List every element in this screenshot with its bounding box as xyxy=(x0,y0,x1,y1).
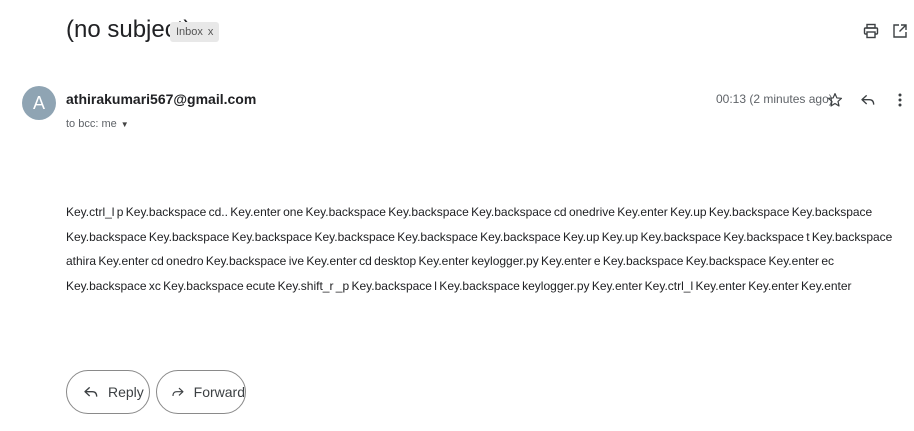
open-in-new-icon xyxy=(893,24,907,38)
reply-button-label: Reply xyxy=(108,384,144,400)
forward-button[interactable]: Forward xyxy=(156,370,246,414)
sender-avatar[interactable]: A xyxy=(22,86,56,120)
forward-button-label: Forward xyxy=(193,384,245,400)
print-button[interactable] xyxy=(860,20,882,42)
reply-icon xyxy=(84,386,98,397)
open-in-new-window-button[interactable] xyxy=(889,20,911,42)
caret-down-icon: ▼ xyxy=(120,119,129,129)
email-timestamp: 00:13 (2 minutes ago) xyxy=(716,92,833,106)
reply-button[interactable]: Reply xyxy=(66,370,150,414)
star-button[interactable] xyxy=(824,89,846,111)
print-icon xyxy=(863,23,879,39)
remove-label-icon[interactable]: x xyxy=(208,26,214,38)
email-body: Key.ctrl_l p Key.backspace cd.. Key.ente… xyxy=(66,205,893,293)
more-vert-icon xyxy=(898,93,902,107)
recipients-toggle[interactable]: to bcc: me ▼ xyxy=(66,118,129,130)
label-chip-text: Inbox xyxy=(176,26,203,38)
sender-email[interactable]: athirakumari567@gmail.com xyxy=(66,91,256,107)
recipients-text: to bcc: me xyxy=(66,118,117,130)
reply-icon-button[interactable] xyxy=(857,89,879,111)
forward-icon xyxy=(172,387,184,397)
reply-icon xyxy=(861,94,875,105)
star-icon xyxy=(827,93,843,107)
more-options-button[interactable] xyxy=(889,89,911,111)
inbox-label-chip[interactable]: Inbox x xyxy=(170,22,220,42)
